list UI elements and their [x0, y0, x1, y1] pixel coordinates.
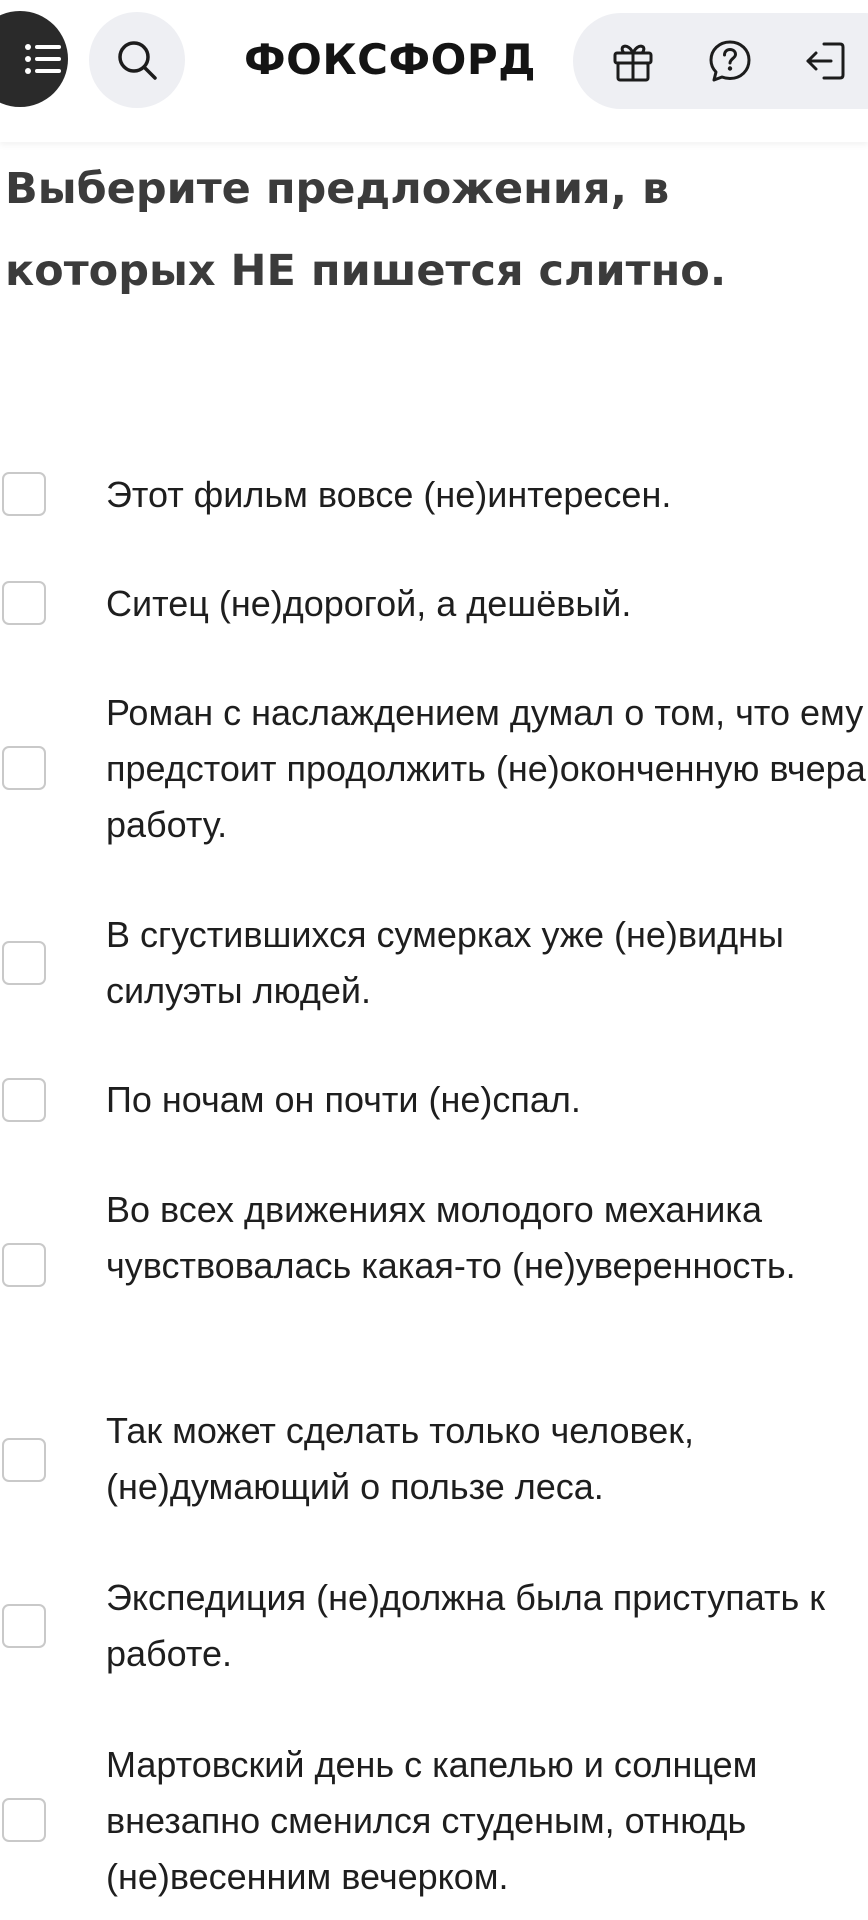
logout-button[interactable] — [799, 35, 851, 87]
quiz-page: ФОКСФОРД Выберите предложения, в которых… — [0, 0, 868, 1920]
gift-button[interactable] — [607, 35, 659, 87]
answer-option-3[interactable]: Роман с наслаждением думал о том, что ем… — [0, 685, 868, 853]
option-text: В сгустившихся сумерках уже (не)видны си… — [106, 914, 784, 1011]
option-text: Этот фильм вовсе (не)интересен. — [106, 474, 672, 515]
header-actions — [573, 13, 868, 109]
checkbox[interactable] — [2, 1438, 46, 1482]
option-text: Во всех движениях молодого механика чувс… — [106, 1189, 796, 1286]
checkbox[interactable] — [2, 746, 46, 790]
option-text: Так может сделать только человек, (не)ду… — [106, 1410, 694, 1507]
answer-option-8[interactable]: Экспедиция (не)должна была приступать к … — [0, 1570, 868, 1682]
checkbox[interactable] — [2, 1243, 46, 1287]
search-button[interactable] — [89, 12, 185, 108]
option-text: Роман с наслаждением думал о том, что ем… — [106, 692, 866, 845]
checkbox[interactable] — [2, 941, 46, 985]
answer-option-7[interactable]: Так может сделать только человек, (не)ду… — [0, 1403, 868, 1515]
option-text: Мартовский день с капелью и солнцем внез… — [106, 1744, 758, 1897]
top-header: ФОКСФОРД — [0, 0, 868, 142]
answer-option-2[interactable]: Ситец (не)дорогой, а дешёвый. — [0, 576, 868, 632]
menu-button[interactable] — [0, 11, 68, 107]
menu-icon — [25, 44, 61, 74]
search-icon — [118, 41, 157, 80]
checkbox[interactable] — [2, 581, 46, 625]
option-text: Ситец (не)дорогой, а дешёвый. — [106, 583, 632, 624]
checkbox[interactable] — [2, 1798, 46, 1842]
answer-option-6[interactable]: Во всех движениях молодого механика чувс… — [0, 1182, 868, 1350]
foxford-logo[interactable]: ФОКСФОРД — [244, 34, 536, 86]
answer-option-1[interactable]: Этот фильм вовсе (не)интересен. — [0, 467, 868, 523]
help-button[interactable] — [704, 35, 756, 87]
help-chat-icon — [709, 40, 751, 82]
checkbox[interactable] — [2, 472, 46, 516]
option-text: По ночам он почти (не)спал. — [106, 1079, 581, 1120]
answer-option-9[interactable]: Мартовский день с капелью и солнцем внез… — [0, 1737, 868, 1905]
checkbox[interactable] — [2, 1078, 46, 1122]
logout-icon — [806, 42, 845, 80]
answer-option-5[interactable]: По ночам он почти (не)спал. — [0, 1072, 868, 1128]
checkbox[interactable] — [2, 1604, 46, 1648]
answer-option-4[interactable]: В сгустившихся сумерках уже (не)видны си… — [0, 907, 868, 1019]
option-text: Экспедиция (не)должна была приступать к … — [106, 1577, 825, 1674]
question-title: Выберите предложения, в которых НЕ пишет… — [5, 164, 727, 296]
gift-icon — [613, 44, 653, 82]
